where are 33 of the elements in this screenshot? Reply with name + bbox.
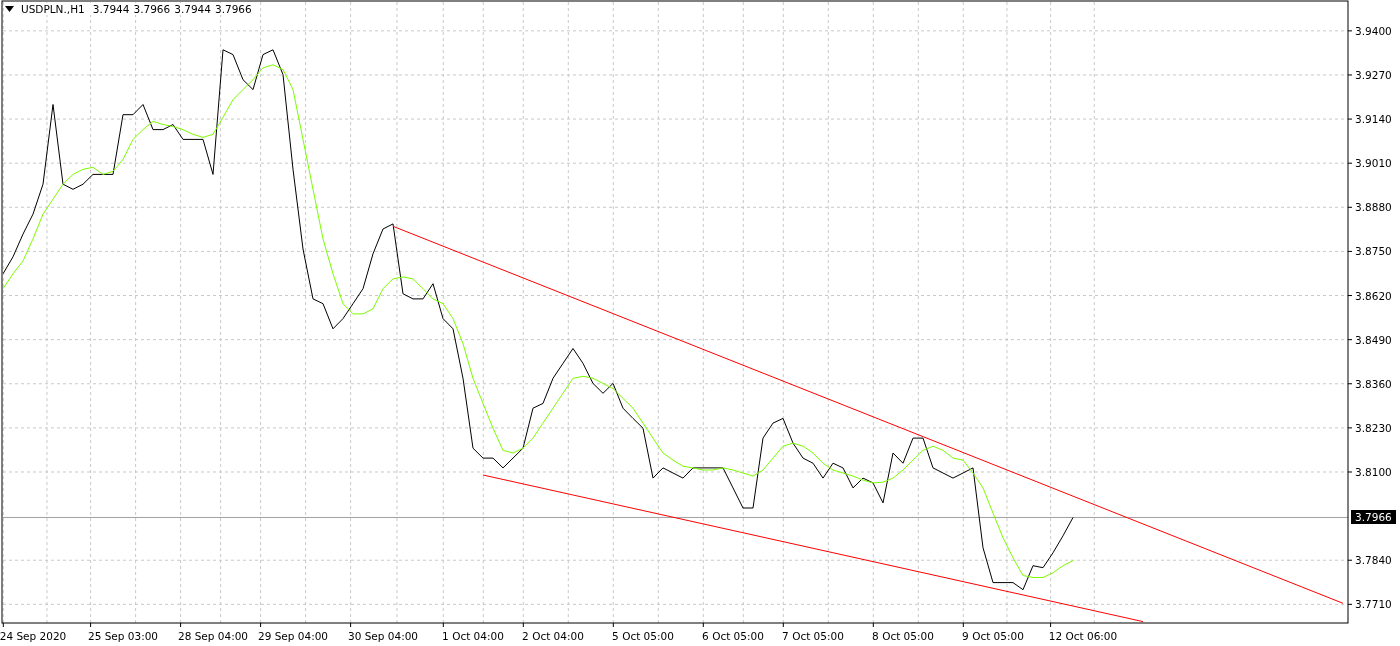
quote-value: 3.7944 bbox=[174, 3, 211, 15]
y-axis-label: 3.8880 bbox=[1355, 201, 1392, 214]
y-axis-label: 3.8100 bbox=[1355, 466, 1392, 478]
y-axis-label: 3.8490 bbox=[1355, 333, 1392, 346]
x-axis-label: 1 Oct 04:00 bbox=[442, 630, 504, 642]
x-axis-label: 28 Sep 04:00 bbox=[177, 630, 249, 642]
y-axis-label: 3.7710 bbox=[1355, 598, 1392, 611]
y-axis-label: 3.9140 bbox=[1355, 113, 1392, 126]
x-axis-label: 29 Sep 04:00 bbox=[257, 630, 329, 642]
y-axis-label: 3.9270 bbox=[1355, 68, 1392, 81]
y-axis-label: 3.8360 bbox=[1355, 377, 1392, 390]
x-axis-label: 6 Oct 05:00 bbox=[702, 630, 764, 642]
x-axis-label: 2 Oct 04:00 bbox=[522, 630, 584, 642]
x-axis-label: 7 Oct 05:00 bbox=[782, 630, 844, 642]
y-axis-label: 3.7840 bbox=[1355, 554, 1392, 567]
quote-value: 3.7966 bbox=[215, 3, 252, 15]
dropdown-triangle-icon[interactable] bbox=[5, 6, 14, 12]
x-axis-label: 12 Oct 06:00 bbox=[1048, 630, 1118, 642]
quote-value: 3.7966 bbox=[133, 3, 171, 15]
symbol-label: USDPLN.,H1 bbox=[21, 3, 85, 15]
y-axis-label: 3.8750 bbox=[1355, 245, 1392, 258]
y-axis-label: 3.8230 bbox=[1355, 421, 1392, 434]
y-axis-label: 3.8620 bbox=[1355, 289, 1392, 302]
quote-value: 3.7944 bbox=[92, 3, 130, 15]
x-axis-label: 25 Sep 03:00 bbox=[87, 630, 159, 642]
x-axis-label: 24 Sep 2020 bbox=[0, 630, 67, 642]
x-axis-label: 8 Oct 05:00 bbox=[872, 630, 934, 642]
x-axis-label: 30 Sep 04:00 bbox=[347, 630, 419, 642]
x-axis-label: 5 Oct 05:00 bbox=[612, 630, 674, 642]
y-axis-label: 3.9010 bbox=[1355, 157, 1392, 170]
current-price-tag: 3.7966 bbox=[1351, 510, 1396, 525]
x-axis-label: 9 Oct 05:00 bbox=[962, 630, 1024, 642]
y-axis-label: 3.9400 bbox=[1355, 24, 1392, 37]
